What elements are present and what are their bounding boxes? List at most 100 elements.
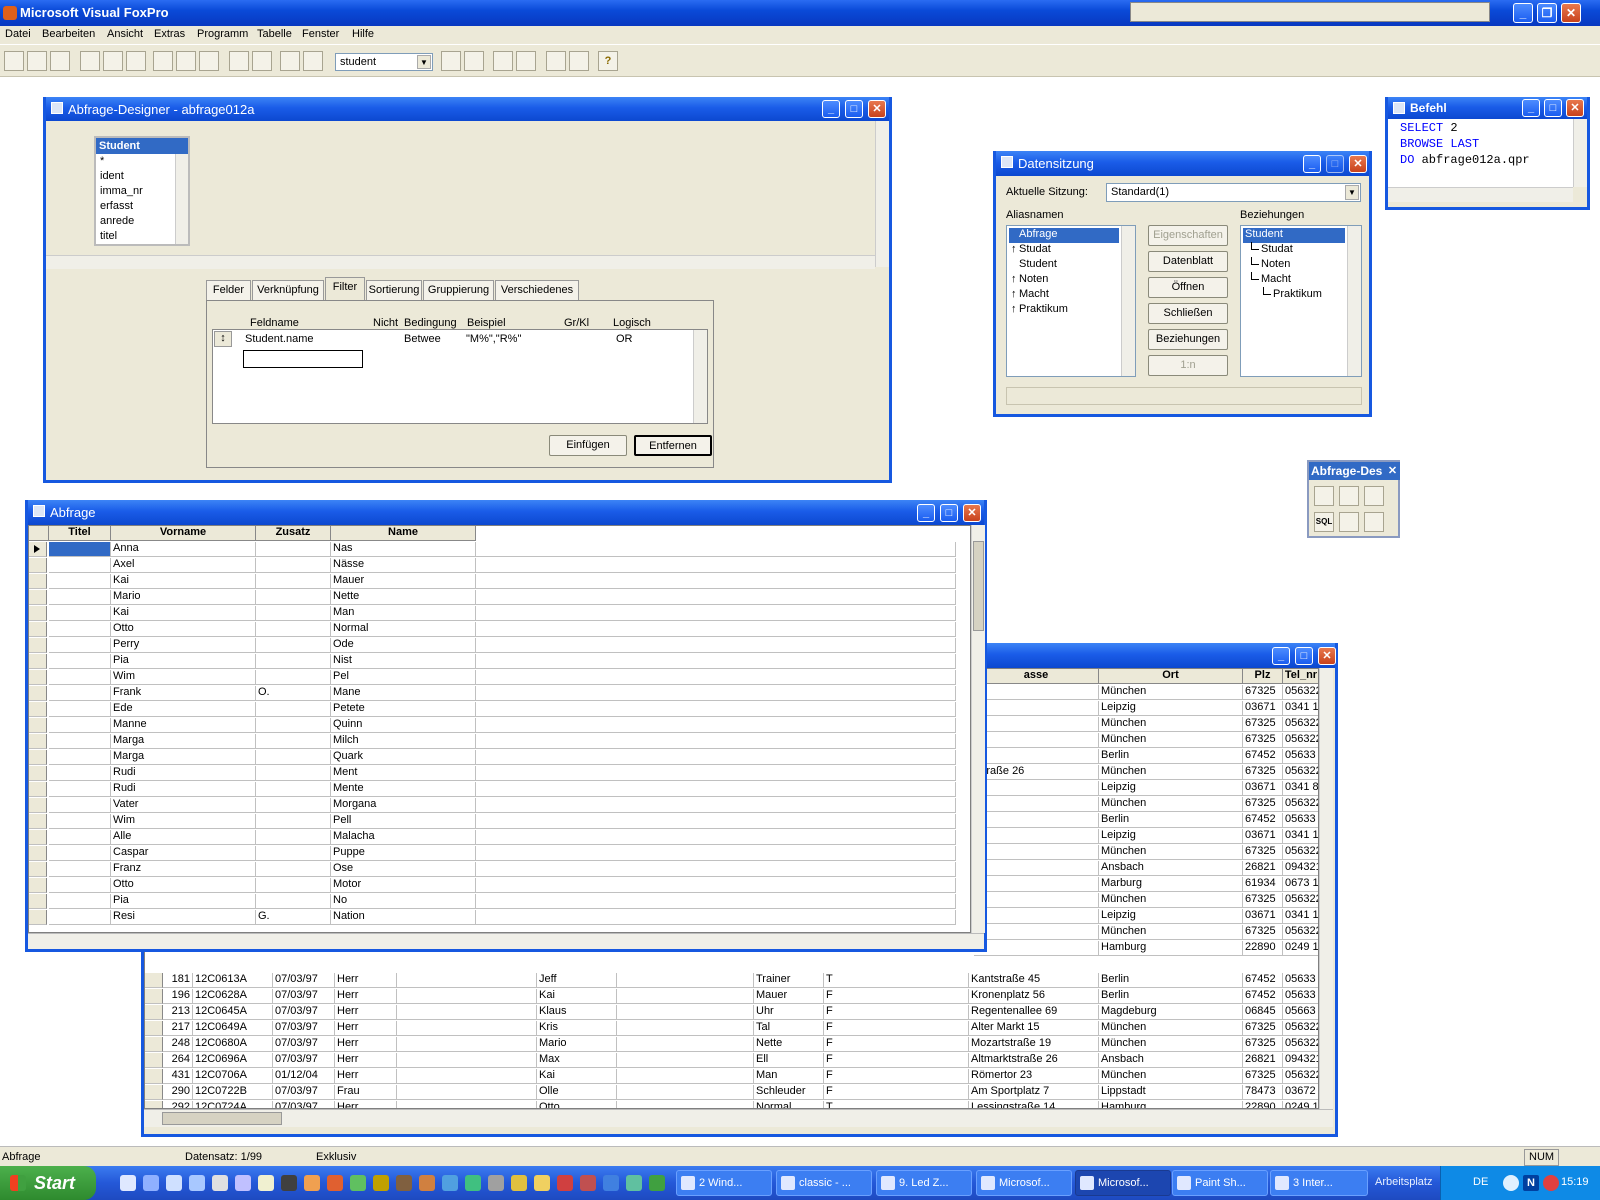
table-cell[interactable] bbox=[49, 734, 111, 749]
table-cell[interactable]: Pell bbox=[331, 814, 476, 829]
table-cell[interactable]: Mente bbox=[331, 782, 476, 797]
table-cell[interactable]: Ede bbox=[111, 702, 256, 717]
table-cell[interactable]: Herr bbox=[335, 1053, 397, 1068]
print-icon[interactable] bbox=[80, 51, 100, 71]
table-cell[interactable]: 12C0649A bbox=[193, 1021, 273, 1036]
row-header[interactable] bbox=[145, 1021, 163, 1036]
table-cell[interactable] bbox=[974, 829, 1099, 844]
filter-row-handle[interactable]: ↕ bbox=[214, 331, 232, 347]
table-cell[interactable]: Quark bbox=[331, 750, 476, 765]
datasession-close-button[interactable]: ✕ bbox=[1349, 155, 1367, 173]
table-cell[interactable]: 67452 bbox=[1243, 973, 1283, 988]
table-cell[interactable] bbox=[397, 1069, 537, 1084]
table-cell[interactable]: Nation bbox=[331, 910, 476, 925]
table-cell[interactable] bbox=[974, 797, 1099, 812]
table-cell[interactable]: Wim bbox=[111, 814, 256, 829]
table-cell[interactable]: Berlin bbox=[1099, 813, 1243, 828]
spellcheck-icon[interactable] bbox=[126, 51, 146, 71]
table-cell[interactable]: 0341 13 bbox=[1283, 909, 1318, 924]
table-cell[interactable]: 0341 89 bbox=[1283, 781, 1318, 796]
table-cell[interactable]: 0341 12 bbox=[1283, 829, 1318, 844]
table-field-item[interactable]: titel bbox=[100, 230, 117, 245]
column-header-strasse[interactable]: asse bbox=[974, 669, 1099, 684]
table-cell[interactable]: 26821 bbox=[1243, 861, 1283, 876]
table-cell[interactable]: München bbox=[1099, 797, 1243, 812]
app-close-button[interactable]: ✕ bbox=[1561, 3, 1581, 23]
table-cell[interactable] bbox=[49, 798, 111, 813]
table-cell[interactable]: Ment bbox=[331, 766, 476, 781]
row-header[interactable] bbox=[29, 798, 47, 813]
table-cell[interactable]: Berlin bbox=[1099, 749, 1243, 764]
table-cell[interactable]: 12C0724A bbox=[193, 1101, 273, 1108]
aliases-list[interactable]: Abfrage ↑ Studat Student ↑ Noten ↑ Macht ↑ Prakti… bbox=[1006, 225, 1136, 377]
row-header[interactable] bbox=[29, 718, 47, 733]
taskbar-button[interactable]: 9. Led Z... bbox=[876, 1170, 972, 1196]
table-cell[interactable]: 67325 bbox=[1243, 893, 1283, 908]
table-cell[interactable]: 67325 bbox=[1243, 1037, 1283, 1052]
table-cell[interactable] bbox=[256, 894, 331, 909]
table-cell[interactable]: Kai bbox=[111, 606, 256, 621]
table-cell[interactable] bbox=[256, 622, 331, 637]
datasession-minimize-button[interactable]: _ bbox=[1303, 155, 1321, 173]
table-cell[interactable] bbox=[256, 846, 331, 861]
table-cell[interactable]: Olle bbox=[537, 1085, 617, 1100]
table-cell[interactable]: Morgana bbox=[331, 798, 476, 813]
chevron-down-icon[interactable]: ▼ bbox=[1345, 185, 1359, 200]
table-cell[interactable]: 07/03/97 bbox=[273, 1021, 335, 1036]
taskbar-button[interactable]: 2 Wind... bbox=[676, 1170, 772, 1196]
table-cell[interactable] bbox=[49, 590, 111, 605]
filler-cell[interactable] bbox=[476, 606, 956, 621]
table-cell[interactable] bbox=[617, 1021, 754, 1036]
row-header[interactable] bbox=[145, 1085, 163, 1100]
table-cell[interactable]: Marga bbox=[111, 750, 256, 765]
view-window-icon[interactable] bbox=[464, 51, 484, 71]
table-cell[interactable]: Nette bbox=[754, 1037, 824, 1052]
command-window-icon[interactable] bbox=[441, 51, 461, 71]
table-field-item[interactable]: imma_nr bbox=[100, 185, 143, 200]
taskbar-button[interactable]: Paint Sh... bbox=[1172, 1170, 1268, 1196]
table-cell[interactable] bbox=[256, 702, 331, 717]
row-header[interactable] bbox=[29, 910, 47, 925]
tab-felder[interactable]: Felder bbox=[206, 280, 251, 300]
redo-icon[interactable] bbox=[252, 51, 272, 71]
column-header-titel[interactable]: Titel bbox=[49, 526, 111, 541]
table-cell[interactable] bbox=[397, 1037, 537, 1052]
table-cell[interactable]: 78473 bbox=[1243, 1085, 1283, 1100]
student-maximize-button[interactable]: □ bbox=[1295, 647, 1313, 665]
table-cell[interactable]: Anna bbox=[111, 542, 256, 557]
table-cell[interactable] bbox=[974, 861, 1099, 876]
table-cell[interactable]: Hamburg bbox=[1099, 1101, 1243, 1108]
filler-cell[interactable] bbox=[476, 574, 956, 589]
table-cell[interactable]: 06845 bbox=[1243, 1005, 1283, 1020]
quicklaunch-icon-6[interactable] bbox=[235, 1175, 251, 1191]
close-table-button[interactable]: Schließen bbox=[1148, 303, 1228, 324]
relation-item[interactable]: Noten bbox=[1243, 257, 1345, 273]
table-cell[interactable]: Franz bbox=[111, 862, 256, 877]
table-cell[interactable]: Nist bbox=[331, 654, 476, 669]
row-header[interactable] bbox=[29, 734, 47, 749]
table-cell[interactable]: 03671 bbox=[1243, 781, 1283, 796]
table-cell[interactable] bbox=[974, 909, 1099, 924]
table-cell[interactable]: München bbox=[1099, 765, 1243, 780]
row-header[interactable] bbox=[29, 846, 47, 861]
table-cell[interactable]: Man bbox=[754, 1069, 824, 1084]
table-cell[interactable]: 056322 bbox=[1283, 717, 1318, 732]
table-cell[interactable]: T bbox=[824, 973, 969, 988]
table-cell[interactable]: München bbox=[1099, 893, 1243, 908]
chevron-down-icon[interactable]: ▼ bbox=[417, 55, 431, 69]
table-cell[interactable]: Quinn bbox=[331, 718, 476, 733]
table-cell[interactable]: F bbox=[824, 1021, 969, 1036]
row-header[interactable] bbox=[29, 558, 47, 573]
abfrage-close-button[interactable]: ✕ bbox=[963, 504, 981, 522]
table-cell[interactable]: Pia bbox=[111, 654, 256, 669]
paste-icon[interactable] bbox=[199, 51, 219, 71]
relation-item[interactable]: Macht bbox=[1243, 272, 1345, 288]
table-cell[interactable] bbox=[49, 638, 111, 653]
table-cell[interactable] bbox=[974, 701, 1099, 716]
add-join-icon[interactable] bbox=[1364, 486, 1384, 506]
menu-extras[interactable]: Extras bbox=[154, 28, 185, 40]
table-cell[interactable] bbox=[256, 750, 331, 765]
table-cell[interactable]: Herr bbox=[335, 1005, 397, 1020]
database-icon[interactable] bbox=[493, 51, 513, 71]
table-cell[interactable]: Herr bbox=[335, 973, 397, 988]
